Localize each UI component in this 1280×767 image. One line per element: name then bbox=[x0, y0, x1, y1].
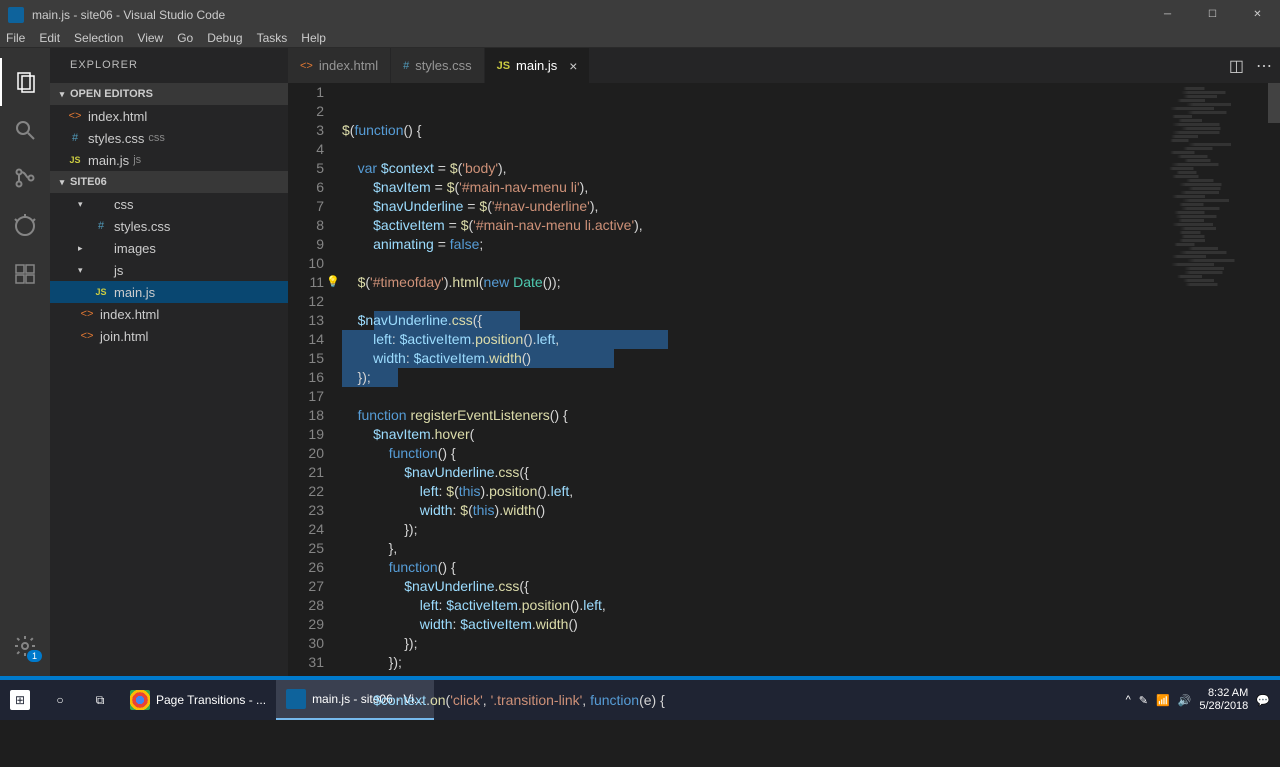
editor[interactable]: 1234567891011121314151617181920212223242… bbox=[288, 83, 1280, 680]
code-area[interactable]: $(function() { var $context = $('body'),… bbox=[342, 83, 1280, 680]
line-gutter: 1234567891011121314151617181920212223242… bbox=[288, 83, 342, 680]
chevron-icon: ▾ bbox=[78, 199, 90, 210]
titlebar: main.js - site06 - Visual Studio Code ─ … bbox=[0, 0, 1280, 29]
maximize-button[interactable]: ☐ bbox=[1190, 0, 1235, 29]
action-center-icon[interactable]: 💬 bbox=[1256, 694, 1270, 707]
js-icon: JS bbox=[66, 155, 84, 165]
tree-item[interactable]: <>join.html bbox=[50, 325, 288, 347]
menubar: File Edit Selection View Go Debug Tasks Help bbox=[0, 29, 1280, 48]
split-editor-icon[interactable]: ◫ bbox=[1229, 56, 1244, 76]
css-icon: # bbox=[92, 220, 110, 232]
search-icon[interactable] bbox=[0, 106, 50, 154]
editor-tabs: <>index.html#styles.cssJSmain.js× ◫ ⋯ bbox=[288, 48, 1280, 83]
html-icon: <> bbox=[66, 110, 84, 122]
tray-pen-icon[interactable]: ✎ bbox=[1139, 694, 1148, 707]
vscode-icon bbox=[8, 7, 24, 23]
start-button[interactable]: ⊞ bbox=[0, 680, 40, 720]
html-icon: <> bbox=[300, 60, 313, 72]
chevron-down-icon: ▾ bbox=[54, 89, 70, 100]
cortana-button[interactable]: ○ bbox=[40, 680, 80, 720]
chrome-icon bbox=[130, 690, 150, 710]
close-button[interactable]: ✕ bbox=[1235, 0, 1280, 29]
minimap[interactable] bbox=[1168, 87, 1268, 287]
tab-styles-css[interactable]: #styles.css bbox=[391, 48, 484, 83]
tray-network-icon[interactable]: 📶 bbox=[1156, 694, 1170, 707]
tab-main-js[interactable]: JSmain.js× bbox=[485, 48, 591, 83]
css-icon: # bbox=[66, 132, 84, 144]
vscode-icon bbox=[286, 689, 306, 709]
html-icon: <> bbox=[78, 308, 96, 320]
settings-gear-icon[interactable]: 1 bbox=[0, 622, 50, 670]
tree-item[interactable]: JSmain.js bbox=[50, 281, 288, 303]
chevron-down-icon: ▾ bbox=[54, 177, 70, 188]
sidebar-title: EXPLORER bbox=[50, 48, 288, 83]
tray-up-icon[interactable]: ^ bbox=[1126, 694, 1131, 706]
more-actions-icon[interactable]: ⋯ bbox=[1256, 56, 1272, 76]
source-control-icon[interactable] bbox=[0, 154, 50, 202]
debug-icon[interactable] bbox=[0, 202, 50, 250]
menu-view[interactable]: View bbox=[137, 31, 163, 45]
menu-selection[interactable]: Selection bbox=[74, 31, 123, 45]
menu-file[interactable]: File bbox=[6, 31, 25, 45]
vertical-scrollbar[interactable] bbox=[1268, 83, 1280, 680]
tray-volume-icon[interactable]: 🔊 bbox=[1178, 694, 1192, 707]
menu-help[interactable]: Help bbox=[301, 31, 326, 45]
task-view-button[interactable]: ⧉ bbox=[80, 680, 120, 720]
minimize-button[interactable]: ─ bbox=[1145, 0, 1190, 29]
menu-edit[interactable]: Edit bbox=[39, 31, 60, 45]
explorer-icon[interactable] bbox=[0, 58, 50, 106]
extensions-icon[interactable] bbox=[0, 250, 50, 298]
open-editor-item[interactable]: #styles.csscss bbox=[50, 127, 288, 149]
tree-item[interactable]: ▾js bbox=[50, 259, 288, 281]
html-icon: <> bbox=[78, 330, 96, 342]
scrollbar-thumb[interactable] bbox=[1268, 83, 1280, 123]
tab-close-icon[interactable]: × bbox=[569, 58, 577, 74]
tree-item[interactable]: #styles.css bbox=[50, 215, 288, 237]
tab-index-html[interactable]: <>index.html bbox=[288, 48, 391, 83]
project-header[interactable]: ▾SITE06 bbox=[50, 171, 288, 193]
menu-go[interactable]: Go bbox=[177, 31, 193, 45]
js-icon: JS bbox=[92, 287, 110, 297]
sidebar: EXPLORER ▾OPEN EDITORS <>index.html#styl… bbox=[50, 48, 288, 680]
css-icon: # bbox=[403, 60, 409, 72]
update-badge: 1 bbox=[27, 650, 42, 662]
open-editor-item[interactable]: JSmain.jsjs bbox=[50, 149, 288, 171]
tree-item[interactable]: ▸images bbox=[50, 237, 288, 259]
chevron-icon: ▾ bbox=[78, 265, 90, 276]
js-icon: JS bbox=[497, 60, 510, 72]
open-editor-item[interactable]: <>index.html bbox=[50, 105, 288, 127]
menu-tasks[interactable]: Tasks bbox=[257, 31, 288, 45]
tree-item[interactable]: ▾css bbox=[50, 193, 288, 215]
menu-debug[interactable]: Debug bbox=[207, 31, 242, 45]
taskbar-app[interactable]: Page Transitions - ... bbox=[120, 680, 276, 720]
system-tray[interactable]: ^ ✎ 📶 🔊 8:32 AM 5/28/2018 💬 bbox=[1126, 687, 1280, 713]
window-title: main.js - site06 - Visual Studio Code bbox=[32, 8, 1145, 22]
activitybar: 1 bbox=[0, 48, 50, 680]
chevron-icon: ▸ bbox=[78, 243, 90, 254]
tree-item[interactable]: <>index.html bbox=[50, 303, 288, 325]
taskbar-clock[interactable]: 8:32 AM 5/28/2018 bbox=[1199, 687, 1248, 713]
open-editors-header[interactable]: ▾OPEN EDITORS bbox=[50, 83, 288, 105]
